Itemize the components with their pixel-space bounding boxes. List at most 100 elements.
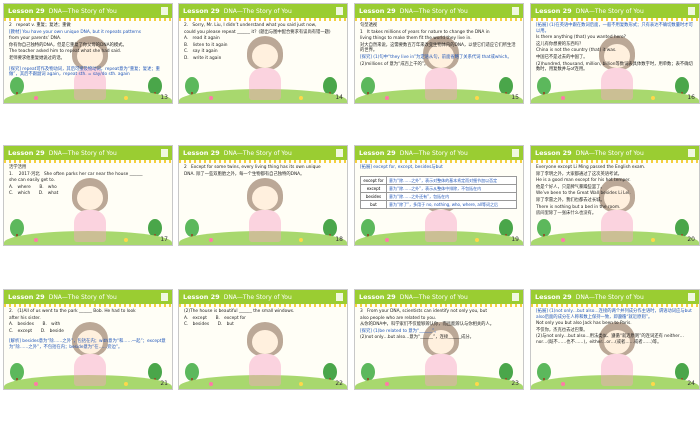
slide-header: Lesson 29 DNA—The Story of You	[4, 146, 172, 160]
lesson-topic: DNA—The Story of You	[223, 7, 292, 15]
slide-header: Lesson 29 DNA—The Story of You	[179, 146, 347, 160]
lesson-topic: DNA—The Story of You	[48, 149, 117, 157]
slide-thumbnail-19[interactable]: Lesson 29 DNA—The Story of You [拓展] exce…	[354, 145, 524, 246]
flower-icon	[651, 382, 655, 386]
dot-border	[531, 304, 699, 307]
table-row: except for 意为“除……之外”，表示对整体的基本肯定而对细节加以否定	[360, 176, 517, 185]
table-cell-word: except for	[360, 176, 387, 185]
slide-text-line: 从你的DNA中，科学家们不仅能够辨认你，而且能辨认与你相关的人。	[360, 322, 495, 328]
slide-text-line: (2)hundred, thousand, million, billion等数…	[536, 61, 693, 73]
page-number: 18	[335, 236, 343, 243]
slide-text-line: A. besides B. with	[9, 322, 61, 328]
page-corner-icon	[688, 293, 695, 301]
flower-icon	[34, 238, 38, 242]
slide-text-line: from your parents’ DNA.	[9, 36, 62, 42]
slide-text-line: [探究] repeat可作及物动词，其后可接及物动词，repeat意为“重复；复…	[9, 66, 160, 78]
slide-text-line: Everyone except Li Ming passed the Engli…	[536, 165, 646, 170]
slide-body: 2. (1)All of us went to the park ______ …	[9, 309, 167, 352]
slide-text-line: 你有你自己独特的DNA，但是它重复了你父母的DNA的模式。	[9, 42, 127, 48]
page-number: 17	[160, 236, 168, 243]
dot-border	[179, 304, 347, 307]
slide-thumbnail-13[interactable]: Lesson 29 DNA—The Story of You 2 repeat …	[3, 3, 173, 104]
dot-border	[4, 304, 172, 307]
slide-header: Lesson 29 DNA—The Story of You	[179, 290, 347, 304]
flower-icon	[651, 96, 655, 100]
slide-thumbnail-23[interactable]: Lesson 29 DNA—The Story of You 3 From yo…	[354, 289, 524, 390]
slide-text-line: [拓展] (1)在英语中跟在数词后面，一般不用复数形式；只有表达不确切数量时才可…	[536, 23, 693, 34]
slide-text-line: (2)millions of 意为“成百上千的”。	[360, 61, 429, 67]
lesson-topic: DNA—The Story of You	[223, 149, 292, 157]
table-cell-text: 意为“除……之外”，表示对整体的基本肯定而对细节加以否定	[386, 176, 517, 185]
lesson-label: Lesson 29	[359, 7, 396, 15]
page-corner-icon	[512, 149, 519, 157]
lesson-label: Lesson 29	[8, 293, 45, 301]
slide-text-line: DNA. 除了一些双胞胎之外，每一个生物都有自己独特的DNA。	[184, 171, 305, 177]
slide-thumbnail-14[interactable]: Lesson 29 DNA—The Story of You 2. Sorry,…	[178, 3, 348, 104]
slide-text-line: 对大自然来说，这需要数百万年来改变生物体内的DNA，以使它们适应它们所生活的世界…	[360, 42, 516, 54]
slide-body: [拓展] except for, except, besides与but	[360, 165, 518, 172]
lesson-label: Lesson 29	[183, 293, 220, 301]
slide-thumbnail-24[interactable]: Lesson 29 DNA—The Story of You [拓展] (1)n…	[530, 289, 700, 390]
slide-thumbnail-20[interactable]: Lesson 29 DNA—The Story of You Everyone …	[530, 145, 700, 246]
slide-text-line: C. which D. what	[9, 191, 59, 197]
cartoon-girl-illustration	[241, 322, 289, 388]
slide-text-line: 除了李雷之外，我们也都去过长城。	[536, 197, 605, 203]
slide-text-line: Not only you but also Jack has been to P…	[536, 321, 632, 327]
lesson-topic: DNA—The Story of You	[575, 293, 644, 301]
flower-icon	[299, 382, 303, 386]
slide-text-line: (2)The house is beautiful ______ the sma…	[184, 309, 295, 314]
dot-border	[4, 18, 172, 21]
dot-border	[355, 304, 523, 307]
slide-text-line: 不仅你，杰克也去过巴黎。	[536, 327, 588, 333]
slide-text-line: (2)与not only…but also…用法类似、遵循“就近原则”的连词还有…	[536, 334, 684, 345]
slide-text-line: 这儿有你想要的东西吗？	[536, 41, 584, 47]
page-number: 13	[160, 94, 168, 101]
flower-icon	[34, 382, 38, 386]
slide-text-line: 中国已不是过去的中国了。	[536, 54, 588, 60]
flower-icon	[385, 96, 389, 100]
slide-text-line: (2)not only…but also…意为“______”，连接______…	[360, 335, 474, 341]
flower-icon	[561, 238, 565, 242]
lesson-label: Lesson 29	[535, 293, 572, 301]
slide-text-line: 2. (1)All of us went to the park ______ …	[9, 309, 136, 314]
lesson-label: Lesson 29	[359, 149, 396, 157]
slide-header: Lesson 29 DNA—The Story of You	[355, 290, 523, 304]
flower-icon	[124, 238, 128, 242]
slide-thumbnail-22[interactable]: Lesson 29 DNA—The Story of You (2)The ho…	[178, 289, 348, 390]
slide-body: 句型透视 1 It takes millions of years for nat…	[360, 23, 518, 68]
slide-thumbnail-18[interactable]: Lesson 29 DNA—The Story of You 2 Except …	[178, 145, 348, 246]
slide-thumbnail-16[interactable]: Lesson 29 DNA—The Story of You [拓展] (1)在…	[530, 3, 700, 104]
slide-text-line: Is there anything (that) you wanted here…	[536, 35, 626, 41]
lesson-topic: DNA—The Story of You	[399, 293, 468, 301]
slide-thumbnail-17[interactable]: Lesson 29 DNA—The Story of You 活学活用 1. 20…	[3, 145, 173, 246]
comparison-table: except for 意为“除……之外”，表示对整体的基本肯定而对细节加以否定 ex…	[360, 176, 517, 209]
lesson-label: Lesson 29	[359, 293, 396, 301]
slide-header: Lesson 29 DNA—The Story of You	[179, 4, 347, 18]
slide-body: [拓展] (1)在英语中跟在数词后面，一般不用复数形式；只有表达不确切数量时才可…	[536, 23, 694, 74]
flower-icon	[124, 382, 128, 386]
lesson-topic: DNA—The Story of You	[399, 7, 468, 15]
slide-text-line: 除了李明之外，大家都通过了这次英语考试。	[536, 171, 622, 177]
page-number: 15	[511, 94, 519, 101]
slide-thumbnail-21[interactable]: Lesson 29 DNA—The Story of You 2. (1)All…	[3, 289, 173, 390]
lesson-topic: DNA—The Story of You	[48, 7, 117, 15]
slide-text-line: We’ve been to the Great Wall besides Li …	[536, 191, 631, 197]
lesson-topic: DNA—The Story of You	[575, 7, 644, 15]
slide-body: 3 From your DNA, scientists can identify…	[360, 309, 518, 342]
slide-thumbnail-15[interactable]: Lesson 29 DNA—The Story of You 句型透视 1 It …	[354, 3, 524, 104]
page-corner-icon	[336, 293, 343, 301]
slide-text-line: 3 From your DNA, scientists can identify…	[360, 309, 488, 314]
slide-header: Lesson 29 DNA—The Story of You	[4, 290, 172, 304]
slide-text-line: after his sister.	[9, 315, 41, 321]
table-cell-word: but	[360, 200, 387, 209]
page-corner-icon	[161, 7, 168, 15]
flower-icon	[475, 382, 479, 386]
dot-border	[355, 18, 523, 21]
table-row: except 意为“除……之外”，表示从整体中排除，不包括在内	[360, 184, 517, 193]
page-number: 21	[160, 380, 168, 387]
table-cell-text: 意为“除……之外还有”，包括在内	[386, 192, 517, 201]
flower-icon	[124, 96, 128, 100]
slide-text-line: He is a good man except for his hot temp…	[536, 178, 631, 184]
lesson-label: Lesson 29	[535, 7, 572, 15]
slide-text-line: 活学活用	[9, 165, 27, 170]
